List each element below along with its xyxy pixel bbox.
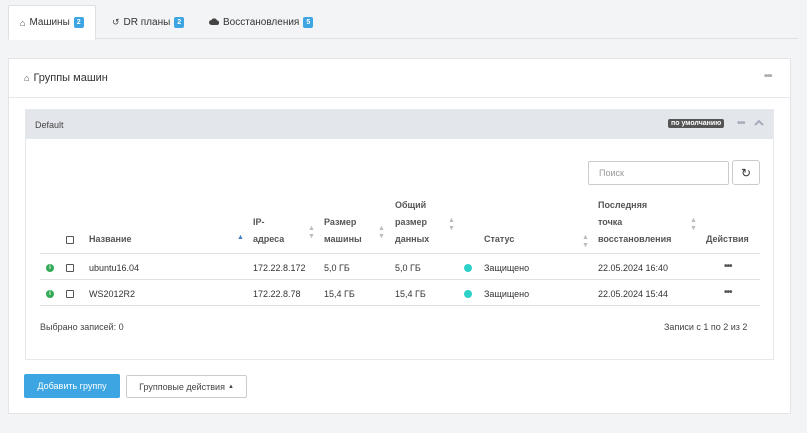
panel-header: ⌂ Группы машин: [9, 59, 790, 98]
row-2-status: Защищено: [484, 289, 530, 299]
header-restore-1[interactable]: Последняя: [598, 197, 647, 214]
row-checkbox[interactable]: [66, 290, 74, 298]
chevron-up-icon[interactable]: [754, 118, 764, 129]
sort-icon-status[interactable]: ▲ ▼: [582, 234, 589, 250]
tab-machines-label: Машины: [29, 17, 70, 28]
tab-dr-plans-badge: 2: [174, 16, 185, 28]
info-icon[interactable]: i: [46, 290, 54, 298]
group-default: Default по умолчанию ••• Поиск ↻ Названи…: [25, 109, 774, 360]
group-actions-button[interactable]: Групповые действия ▲: [126, 375, 247, 398]
header-total-1[interactable]: Общий: [395, 197, 426, 214]
tab-restores-badge: 5: [303, 16, 314, 28]
search-input[interactable]: Поиск: [588, 161, 729, 185]
row-2-size: 15,4 ГБ: [324, 289, 355, 299]
row-1-status: Защищено: [484, 263, 530, 273]
header-ip-2[interactable]: адреса: [253, 231, 284, 248]
header-restore-3[interactable]: восстановления: [598, 231, 671, 248]
status-ok-icon: [464, 290, 472, 298]
selected-count: Выбрано записей: 0: [40, 322, 124, 332]
row-1-size: 5,0 ГБ: [324, 263, 350, 273]
row-2-total: 15,4 ГБ: [395, 289, 426, 299]
tab-dr-plans[interactable]: ↺ DR планы 2: [101, 5, 195, 39]
header-restore-2[interactable]: точка: [598, 214, 622, 231]
row-2-restore: 22.05.2024 15:44: [598, 289, 669, 299]
add-group-label: Добавить группу: [37, 381, 107, 391]
sort-icon-restore[interactable]: ▲ ▼: [690, 217, 697, 233]
row-1-total: 5,0 ГБ: [395, 263, 421, 273]
row-checkbox[interactable]: [66, 264, 74, 272]
group-name: Default: [35, 119, 64, 130]
row-1-ip: 172.22.8.172: [253, 263, 306, 273]
header-status[interactable]: Статус: [484, 231, 514, 248]
group-actions-label: Групповые действия: [139, 381, 225, 392]
refresh-icon: ↻: [740, 165, 752, 180]
tab-bar: ⌂ Машины 2 ↺ DR планы 2 Восстановления 5: [8, 5, 798, 40]
header-name[interactable]: Название: [89, 231, 131, 248]
row-2-actions-icon[interactable]: •••: [724, 287, 732, 298]
sort-asc-icon[interactable]: ▲: [237, 234, 244, 242]
header-actions: Действия: [706, 234, 749, 244]
panel-title: Группы машин: [33, 72, 108, 84]
history-icon: ↺: [112, 16, 120, 27]
sort-icon-ip[interactable]: ▲ ▼: [308, 225, 315, 241]
tab-restores[interactable]: Восстановления 5: [198, 5, 324, 39]
machine-groups-panel: ⌂ Группы машин ••• Default по умолчанию …: [8, 58, 791, 414]
header-size-1[interactable]: Размер: [324, 214, 356, 231]
sort-icon-size[interactable]: ▲ ▼: [378, 225, 385, 241]
panel-menu-icon[interactable]: •••: [764, 71, 772, 82]
records-info: Записи с 1 по 2 из 2: [664, 322, 748, 332]
tab-restores-label: Восстановления: [223, 16, 300, 28]
row-1-actions-icon[interactable]: •••: [724, 261, 732, 272]
caret-up-icon: ▲: [227, 383, 234, 390]
header-size-2[interactable]: машины: [324, 231, 362, 248]
group-menu-icon[interactable]: •••: [737, 118, 745, 129]
tab-dr-plans-label: DR планы: [123, 16, 171, 28]
default-badge: по умолчанию: [668, 119, 725, 128]
table-bottom-divider: [40, 305, 760, 306]
info-icon[interactable]: i: [46, 264, 54, 272]
row-divider: [40, 279, 760, 280]
tab-machines[interactable]: ⌂ Машины 2: [8, 5, 96, 40]
header-total-3[interactable]: данных: [395, 231, 429, 248]
cloud-icon: [209, 17, 220, 27]
tab-machines-badge: 2: [73, 17, 84, 28]
row-2-ip: 172.22.8.78: [253, 289, 301, 299]
status-ok-icon: [464, 264, 472, 272]
row-1-name[interactable]: ubuntu16.04: [89, 263, 139, 273]
home-icon: ⌂: [24, 73, 30, 83]
home-icon: ⌂: [20, 17, 26, 28]
sort-icon-total[interactable]: ▲ ▼: [448, 217, 455, 233]
row-1-restore: 22.05.2024 16:40: [598, 263, 669, 273]
select-all-checkbox[interactable]: [66, 236, 74, 244]
refresh-button[interactable]: ↻: [732, 160, 760, 185]
row-2-name[interactable]: WS2012R2: [89, 289, 135, 299]
header-divider: [40, 253, 760, 254]
group-header[interactable]: Default: [26, 110, 773, 139]
add-group-button[interactable]: Добавить группу: [24, 374, 120, 398]
header-ip-1[interactable]: IP-: [253, 214, 265, 231]
header-total-2[interactable]: размер: [395, 214, 427, 231]
